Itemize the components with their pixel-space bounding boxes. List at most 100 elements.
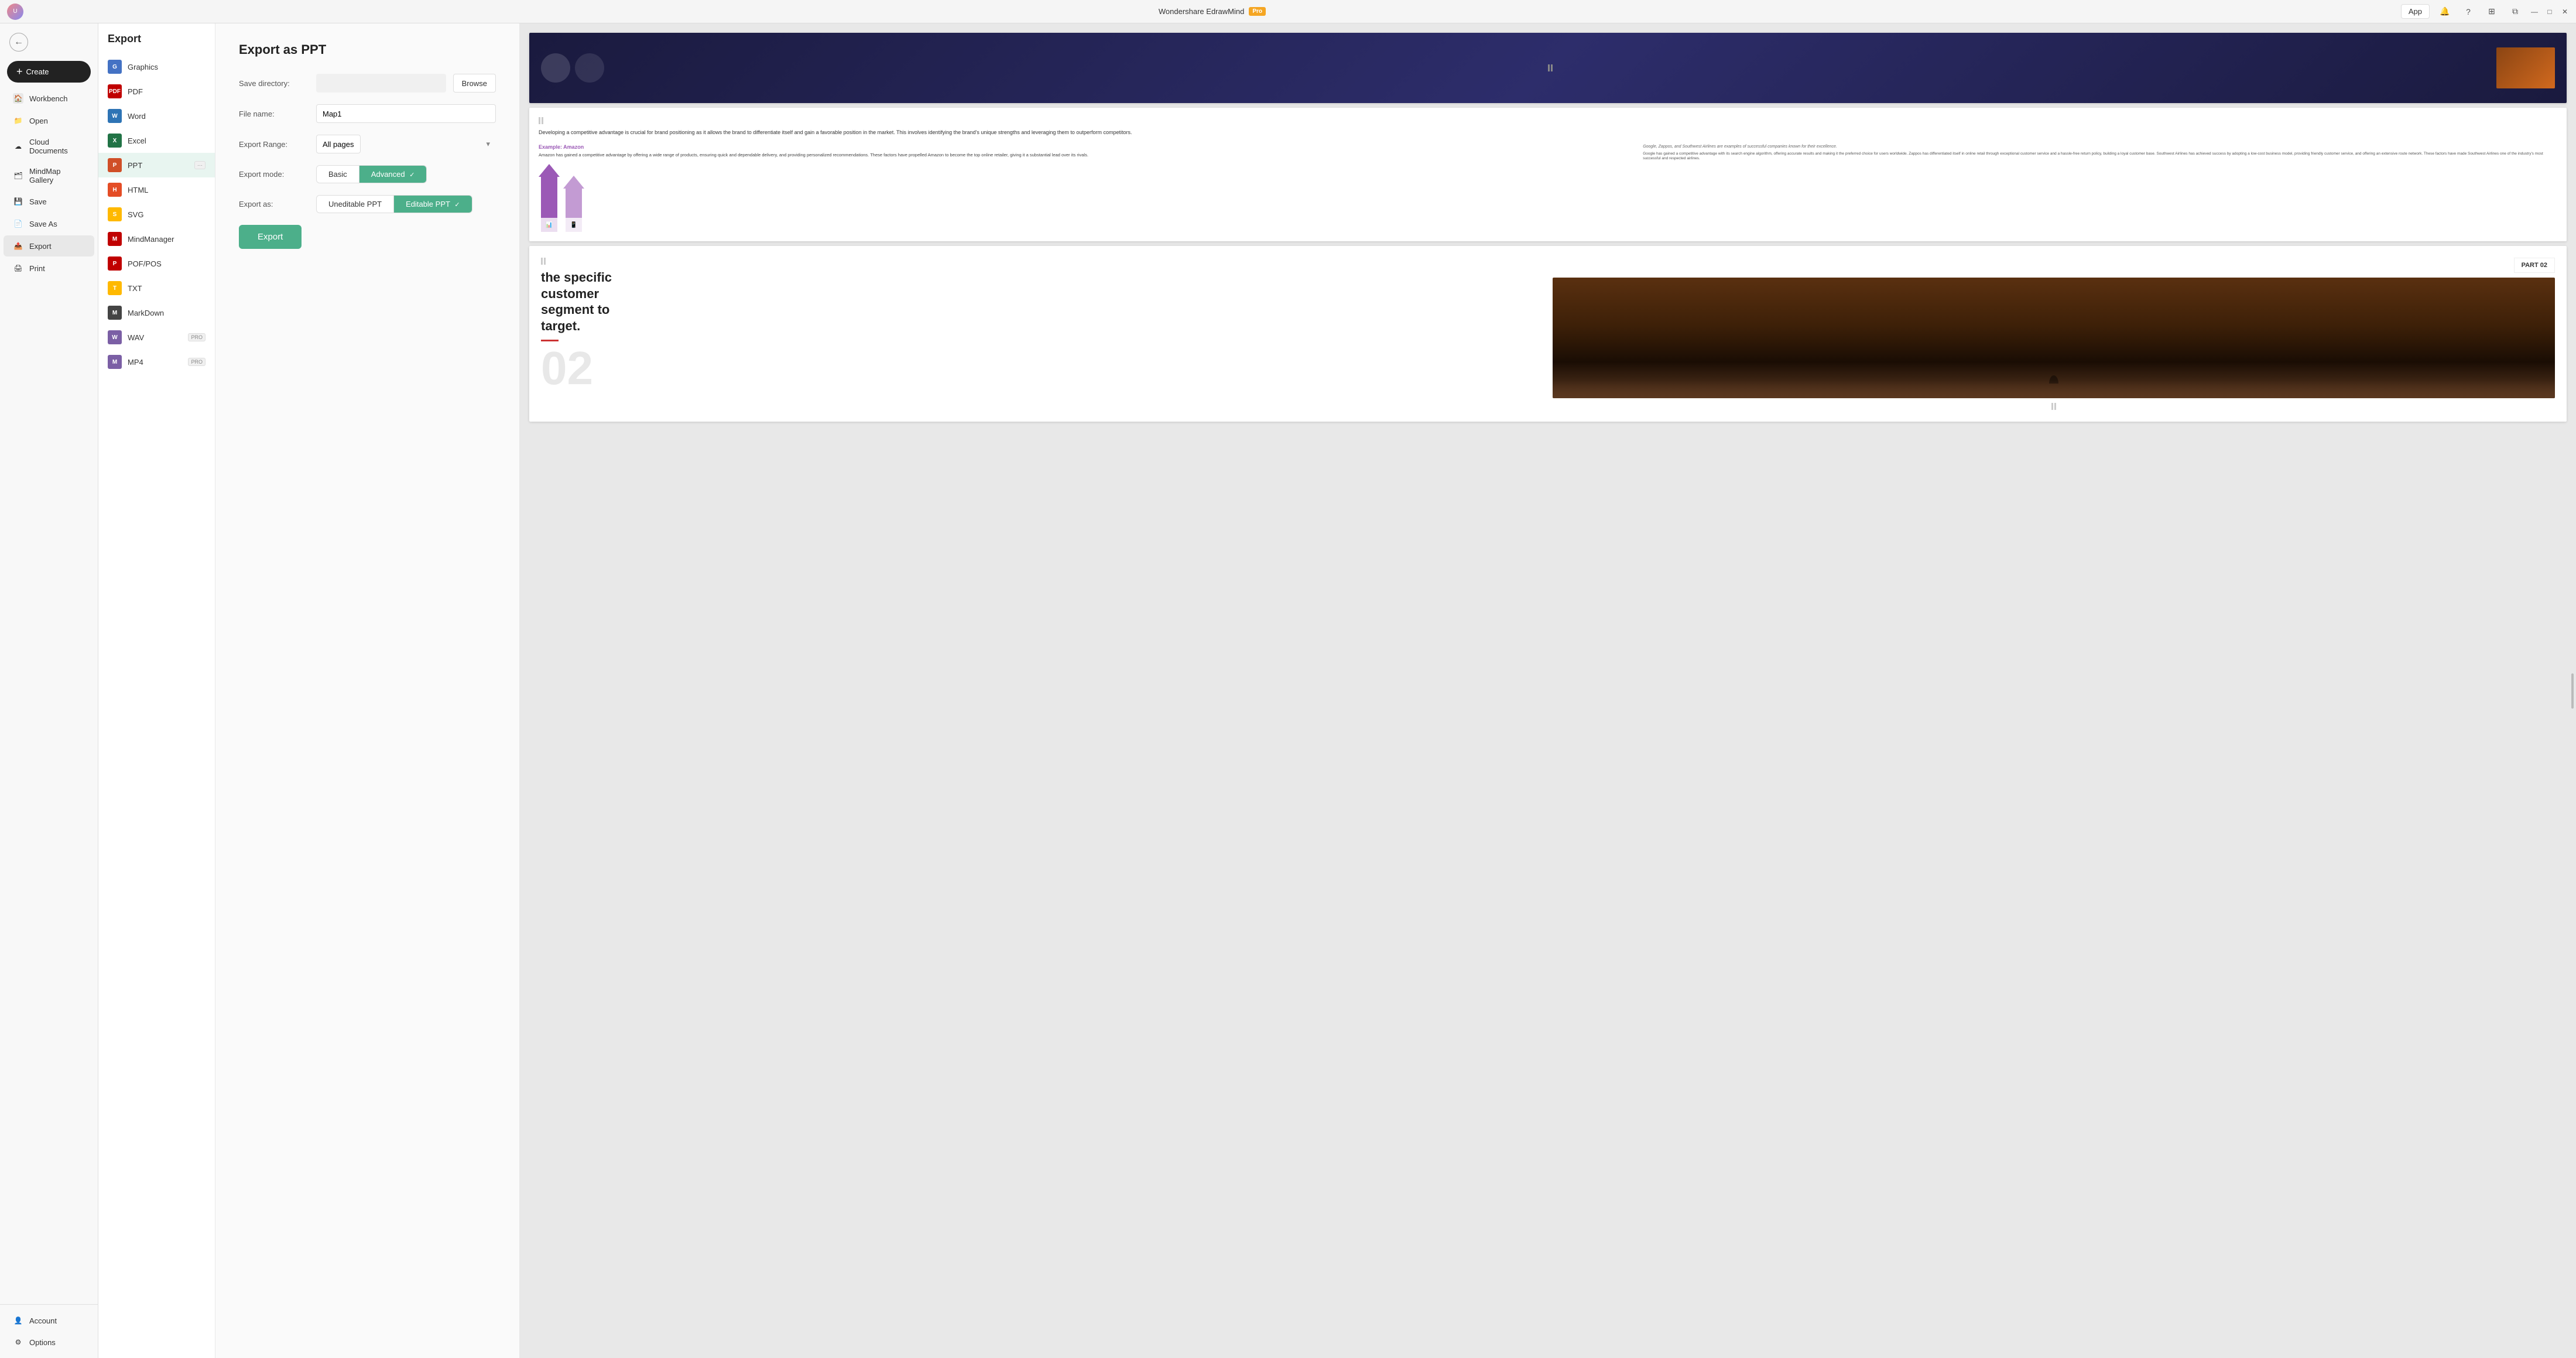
file-item-txt[interactable]: T TXT (98, 276, 215, 300)
file-item-mp4[interactable]: M MP4 PRO (98, 350, 215, 374)
create-button[interactable]: + Create (7, 61, 91, 83)
sidebar-label-export: Export (29, 242, 52, 251)
maximize-button[interactable]: □ (2546, 8, 2554, 16)
slide2-google-label: Google, Zappos, and Southwest Airlines a… (1643, 144, 2557, 149)
options-icon: ⚙ (13, 1337, 23, 1347)
markdown-icon: M (108, 306, 122, 320)
notification-icon[interactable]: 🔔 (2437, 4, 2453, 20)
slide-container: Developing a competitive advantage is cr… (520, 23, 2576, 431)
file-item-excel[interactable]: X Excel (98, 128, 215, 153)
close-button[interactable]: ✕ (2561, 8, 2569, 16)
file-label-wav: WAV (128, 333, 144, 342)
sidebar-label-saveas: Save As (29, 220, 57, 228)
help-icon[interactable]: ? (2460, 4, 2476, 20)
part-badge: PART 02 (2514, 258, 2555, 273)
pause-icon-4 (2051, 403, 2056, 410)
export-range-select[interactable]: All pages (316, 135, 361, 153)
editable-check-icon: ✓ (454, 201, 460, 208)
pause-icon-3 (541, 258, 546, 265)
scroll-indicator[interactable] (2571, 673, 2574, 709)
main-layout: ← + Create 🏠 Workbench 📁 Open ☁ Cloud Do… (0, 23, 2576, 1358)
sidebar-item-saveas[interactable]: 📄 Save As (4, 213, 94, 234)
mp4-icon: M (108, 355, 122, 369)
browse-button[interactable]: Browse (453, 74, 496, 93)
export-range-row: Export Range: All pages (239, 135, 496, 153)
sidebar-item-options[interactable]: ⚙ Options (4, 1332, 94, 1353)
slide2-pause (539, 117, 2557, 124)
sidebar-item-workbench[interactable]: 🏠 Workbench (4, 88, 94, 109)
mindmanager-icon: M (108, 232, 122, 246)
sidebar-item-cloud[interactable]: ☁ Cloud Documents (4, 132, 94, 160)
file-label-graphics: Graphics (128, 63, 158, 71)
sidebar-item-print[interactable]: 🖨 Print (4, 258, 94, 279)
mode-advanced-button[interactable]: Advanced ✓ (359, 166, 427, 183)
file-item-html[interactable]: H HTML (98, 177, 215, 202)
file-item-markdown[interactable]: M MarkDown (98, 300, 215, 325)
slide-1 (529, 33, 2567, 103)
svg-icon: S (108, 207, 122, 221)
save-directory-input[interactable] (316, 74, 446, 93)
content-area: Export G Graphics PDF PDF W Word X Excel… (98, 23, 2576, 1358)
sidebar-item-save[interactable]: 💾 Save (4, 191, 94, 212)
as-uneditable-button[interactable]: Uneditable PPT (317, 196, 394, 213)
file-label-pdf: PDF (128, 87, 143, 96)
file-item-svg[interactable]: S SVG (98, 202, 215, 227)
file-label-svg: SVG (128, 210, 143, 219)
as-editable-button[interactable]: Editable PPT ✓ (394, 196, 471, 213)
export-mode-label: Export mode: (239, 170, 309, 179)
sidebar-item-account[interactable]: 👤 Account (4, 1310, 94, 1331)
sidebar-label-open: Open (29, 117, 48, 125)
file-item-pdf[interactable]: PDF PDF (98, 79, 215, 104)
preview-area: Developing a competitive advantage is cr… (520, 23, 2576, 1358)
sidebar-label-mindmap: MindMap Gallery (29, 167, 85, 184)
slide2-content-container: Example: Amazon Amazon has gained a comp… (539, 144, 2557, 232)
back-button[interactable]: ← (0, 28, 98, 56)
arrow-short: 📱 (563, 176, 584, 232)
file-item-word[interactable]: W Word (98, 104, 215, 128)
workbench-icon: 🏠 (13, 93, 23, 104)
sidebar-item-mindmap[interactable]: 🗂 MindMap Gallery (4, 162, 94, 190)
ppt-icon: P (108, 158, 122, 172)
export-button[interactable]: Export (239, 225, 302, 249)
avatar[interactable]: U (7, 4, 23, 20)
print-icon: 🖨 (13, 263, 23, 273)
file-item-ppt[interactable]: P PPT ··· (98, 153, 215, 177)
sidebar-label-account: Account (29, 1316, 57, 1325)
file-name-label: File name: (239, 110, 309, 118)
slide1-pause (1548, 64, 1553, 71)
file-name-input[interactable] (316, 104, 496, 123)
file-item-mindmanager[interactable]: M MindManager (98, 227, 215, 251)
sidebar-bottom: 👤 Account ⚙ Options (0, 1304, 98, 1353)
slide2-left: Example: Amazon Amazon has gained a comp… (539, 144, 1636, 232)
grid-icon[interactable]: ⊞ (2483, 4, 2500, 20)
file-label-html: HTML (128, 186, 148, 194)
file-item-wav[interactable]: W WAV PRO (98, 325, 215, 350)
sidebar-label-print: Print (29, 264, 45, 273)
slide2-heading-text: Developing a competitive advantage is cr… (539, 129, 2557, 137)
slide2-right: Google, Zappos, and Southwest Airlines a… (1643, 144, 2557, 232)
mode-basic-button[interactable]: Basic (317, 166, 359, 183)
pdf-icon: PDF (108, 84, 122, 98)
arrow-tall: 📊 (539, 164, 560, 232)
graphics-icon: G (108, 60, 122, 74)
file-label-excel: Excel (128, 136, 146, 145)
file-name-row: File name: (239, 104, 496, 123)
word-icon: W (108, 109, 122, 123)
slide3-pause-bottom (1553, 403, 2555, 410)
export-mode-row: Export mode: Basic Advanced ✓ (239, 165, 496, 183)
sidebar-item-open[interactable]: 📁 Open (4, 110, 94, 131)
minimize-button[interactable]: — (2530, 8, 2539, 16)
slide-2: Developing a competitive advantage is cr… (529, 108, 2567, 241)
window-icon[interactable]: ⧉ (2507, 4, 2523, 20)
sidebar-item-export[interactable]: 📤 Export (4, 235, 94, 256)
sidebar-label-save: Save (29, 197, 47, 206)
export-mode-toggle: Basic Advanced ✓ (316, 165, 427, 183)
export-as-label: Export as: (239, 200, 309, 208)
slide3-text: the specific customer segment to target. (541, 269, 1543, 334)
file-item-pofpos[interactable]: P POF/POS (98, 251, 215, 276)
slide3-image (1553, 278, 2555, 398)
app-button[interactable]: App (2401, 4, 2430, 19)
file-item-graphics[interactable]: G Graphics (98, 54, 215, 79)
slide3-number: 02 (541, 347, 1543, 389)
slide3-right: PART 02 (1553, 258, 2555, 410)
